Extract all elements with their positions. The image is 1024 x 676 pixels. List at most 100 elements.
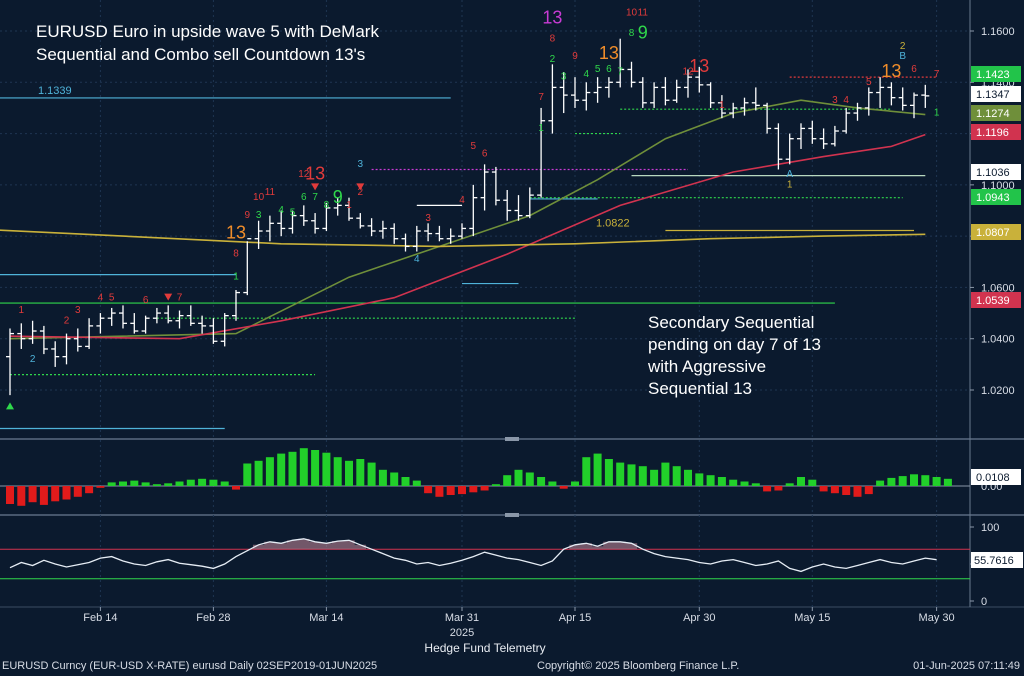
histogram-bar <box>175 481 184 486</box>
demark-count-label: 10 <box>253 192 265 203</box>
demark-count-label: 1 <box>934 108 940 119</box>
histogram-bar <box>152 484 161 486</box>
demark-count-label: 4 <box>278 205 284 216</box>
demark-count-label: 1 <box>233 272 239 283</box>
histogram-bar <box>62 486 71 500</box>
histogram-bar <box>232 486 240 490</box>
demark-count-label: 2 <box>550 54 556 65</box>
histogram-bar <box>435 486 444 497</box>
demark-count-label: 11 <box>265 187 276 198</box>
histogram-bar <box>661 462 670 486</box>
histogram-bar <box>627 464 636 486</box>
demark-count-label: 6 <box>301 192 307 203</box>
demark-count-label: 11 <box>638 8 649 19</box>
demark-count-label: 4 <box>584 69 590 80</box>
demark-count-label: 13 <box>599 43 619 63</box>
oscillator-panel <box>0 517 970 606</box>
demark-count-label: 13 <box>305 164 325 184</box>
demark-count-label: 6 <box>482 149 488 160</box>
demark-count-label: 3 <box>832 95 838 106</box>
histogram-bar <box>910 474 918 486</box>
demark-count-label: 13 <box>881 61 901 81</box>
demark-count-label: 7 <box>177 292 183 303</box>
oscillator-tick-label: 0 <box>981 596 987 608</box>
time-tick-label: May 15 <box>794 612 830 624</box>
time-tick-label: Feb 28 <box>196 612 230 624</box>
histogram-bar <box>650 469 659 486</box>
histogram-bar <box>299 448 308 486</box>
demark-count-label: 9 <box>333 187 343 207</box>
time-tick-label: Feb 14 <box>83 612 117 624</box>
annotation-line-2: pending on day 7 of 13 <box>648 335 821 354</box>
time-tick-label: Apr 15 <box>559 612 591 624</box>
histogram-bar <box>503 475 512 486</box>
histogram-bar <box>130 480 139 486</box>
time-tick-label: May 30 <box>919 612 955 624</box>
histogram-bar <box>73 486 82 497</box>
histogram-bar <box>525 472 534 486</box>
year-label: 2025 <box>450 627 474 639</box>
histogram-bar <box>356 459 365 486</box>
time-tick-label: Mar 14 <box>309 612 343 624</box>
level-label: 1.0822 <box>596 218 630 230</box>
histogram-bar <box>378 469 387 486</box>
price-flag-label: 1.1423 <box>976 69 1010 81</box>
histogram-bar <box>785 483 794 486</box>
histogram-bar <box>537 477 546 486</box>
histogram-bar <box>616 462 625 486</box>
annotation-line-3: with Aggressive <box>648 357 767 376</box>
histogram-bar <box>943 478 952 486</box>
demark-count-label: 1 <box>19 305 25 316</box>
demark-count-label: 9 <box>638 23 648 43</box>
demark-count-label: B <box>899 51 906 62</box>
demark-count-label: 4 <box>414 254 420 265</box>
demark-count-label: 10 <box>626 8 638 19</box>
histogram-bar <box>265 457 274 486</box>
histogram-bar <box>458 486 466 495</box>
histogram-flag-label: 0.0108 <box>976 472 1010 484</box>
histogram-bar <box>412 480 421 486</box>
demark-count-label: 7 <box>312 192 318 203</box>
chart-title-line-1: EURUSD Euro in upside wave 5 with DeMark <box>36 22 379 41</box>
demark-count-label: 3 <box>425 213 431 224</box>
price-tick-label: 1.1600 <box>981 26 1015 38</box>
histogram-bar <box>559 486 568 489</box>
histogram-bar <box>345 460 353 486</box>
demark-count-label: 13 <box>226 223 246 243</box>
histogram-bar <box>17 486 26 506</box>
chart-title: EURUSD Euro in upside wave 5 with DeMark… <box>36 20 379 66</box>
histogram-bar <box>401 477 410 486</box>
histogram-bar <box>198 478 207 486</box>
demark-count-label: 3 <box>561 72 567 83</box>
histogram-bar <box>322 452 331 486</box>
demark-count-label: 2 <box>30 354 36 365</box>
demark-count-label: 2 <box>64 315 70 326</box>
histogram-bar <box>491 484 500 486</box>
histogram-bar <box>390 472 399 486</box>
histogram-bar <box>96 486 105 488</box>
histogram-bar <box>593 453 602 486</box>
histogram-bar <box>921 475 930 486</box>
footer-right: 01-Jun-2025 07:11:49 <box>913 660 1020 672</box>
annotation-line-1: Secondary Sequential <box>648 313 815 332</box>
histogram-bar <box>164 483 173 486</box>
demark-count-label: 7 <box>538 92 544 103</box>
histogram-bar <box>774 486 783 491</box>
chart-window: 1.02001.04001.06001.08001.10001.12001.14… <box>0 0 1024 676</box>
level-label: 1.1339 <box>38 85 72 97</box>
panel-divider-handle <box>505 437 519 441</box>
demark-count-label: 8 <box>233 249 239 260</box>
histogram-bar <box>842 486 851 495</box>
annotation-line-4: Sequential 13 <box>648 379 752 398</box>
histogram-bar <box>898 476 907 486</box>
histogram-bar <box>311 450 320 486</box>
histogram-bar <box>808 479 817 486</box>
histogram-bar <box>571 481 579 486</box>
demark-count-label: 4 <box>843 95 849 106</box>
histogram-bar <box>684 469 692 486</box>
histogram-bar <box>141 482 150 486</box>
histogram-bar <box>446 486 455 495</box>
histogram-bar <box>28 486 37 503</box>
time-tick-label: Mar 31 <box>445 612 479 624</box>
footer-center: Copyright© 2025 Bloomberg Finance L.P. <box>537 660 740 672</box>
